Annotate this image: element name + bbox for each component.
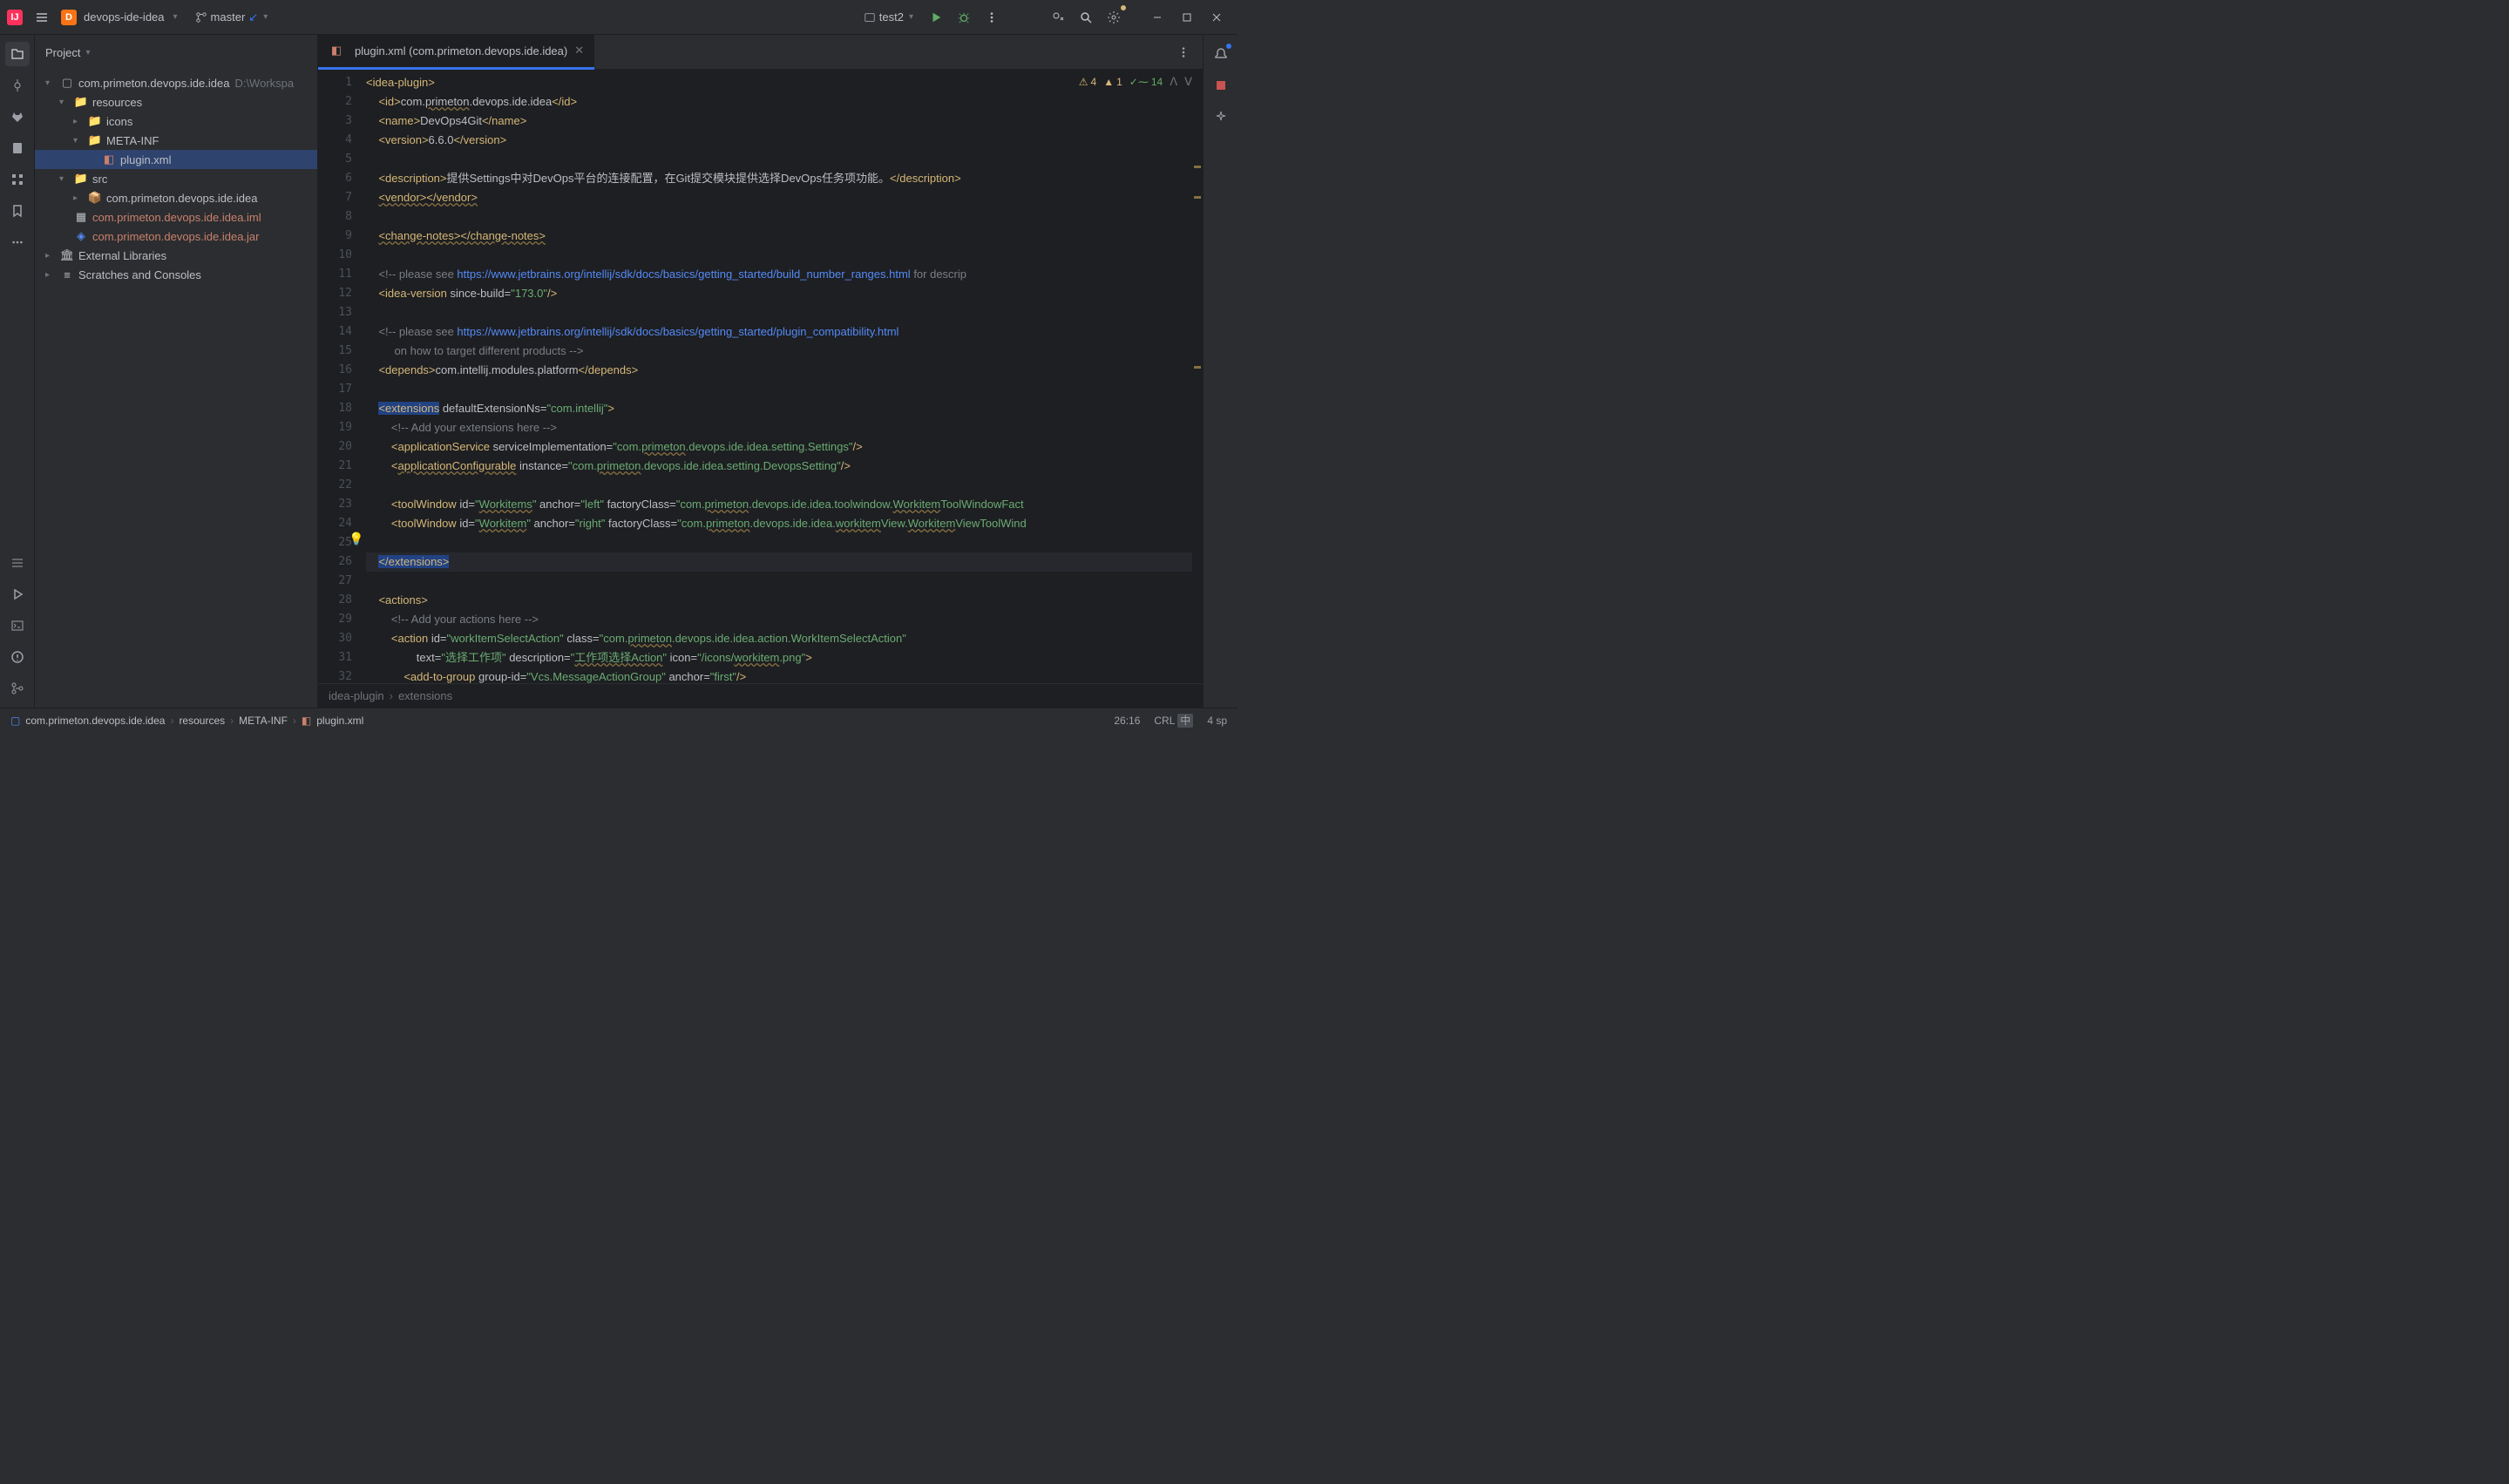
vcs-toolwindow-button[interactable] bbox=[5, 676, 30, 701]
ai-assistant-button[interactable] bbox=[1209, 105, 1233, 129]
settings-button[interactable] bbox=[1102, 5, 1126, 30]
nav-crumb[interactable]: plugin.xml bbox=[316, 715, 363, 727]
debug-button[interactable] bbox=[952, 5, 976, 30]
xml-file-icon: ◧ bbox=[302, 715, 311, 727]
indent-widget[interactable]: 4 sp bbox=[1207, 715, 1227, 727]
editor-tabs: ◧ plugin.xml (com.primeton.devops.ide.id… bbox=[318, 35, 1203, 70]
editor-body[interactable]: ⚠ 4 ▲ 1 ✓⁓ 14 ᐱ ᐯ 💡 12345678910111213141… bbox=[318, 70, 1203, 683]
structure-toolwindow-button[interactable] bbox=[5, 167, 30, 192]
terminal-toolwindow-button[interactable] bbox=[5, 613, 30, 638]
gitlab-toolwindow-button[interactable] bbox=[5, 105, 30, 129]
commit-toolwindow-button[interactable] bbox=[5, 73, 30, 98]
run-configuration[interactable]: test2 ▾ bbox=[857, 7, 920, 27]
tree-item-icons[interactable]: ▸📁icons bbox=[35, 112, 317, 131]
caret-position[interactable]: 26:16 bbox=[1114, 715, 1140, 727]
maximize-button[interactable] bbox=[1173, 5, 1201, 30]
chevron-down-icon: ▾ bbox=[85, 48, 90, 58]
statusbar: ▢ com.primeton.devops.ide.idea› resource… bbox=[0, 708, 1238, 732]
workitem-toolwindow-button[interactable] bbox=[1209, 73, 1233, 98]
more-actions-button[interactable] bbox=[980, 5, 1004, 30]
run-button[interactable] bbox=[924, 5, 948, 30]
typos-count[interactable]: ✓⁓ 14 bbox=[1129, 76, 1163, 88]
tab-actions-button[interactable] bbox=[1171, 40, 1196, 64]
main-menu-button[interactable] bbox=[30, 5, 54, 30]
inspection-nav-up[interactable]: ᐱ bbox=[1170, 75, 1177, 89]
tree-item-src[interactable]: ▾📁src bbox=[35, 169, 317, 188]
minimize-button[interactable] bbox=[1143, 5, 1171, 30]
vcs-branch[interactable]: master ↙ ▾ bbox=[195, 10, 268, 24]
branch-name: master bbox=[211, 10, 246, 24]
editor-area: ◧ plugin.xml (com.primeton.devops.ide.id… bbox=[318, 35, 1203, 708]
inspections-widget[interactable]: ⚠ 4 ▲ 1 ✓⁓ 14 ᐱ ᐯ bbox=[1075, 73, 1196, 91]
tree-label: com.primeton.devops.ide.idea bbox=[78, 77, 229, 90]
warnings-count[interactable]: ⚠ 4 bbox=[1079, 76, 1096, 88]
tree-path: D:\Workspa bbox=[234, 77, 294, 90]
project-tree[interactable]: ▾▢ com.primeton.devops.ide.idea D:\Works… bbox=[35, 70, 317, 708]
nav-crumb[interactable]: com.primeton.devops.ide.idea bbox=[25, 715, 165, 727]
tree-item-plugin-xml[interactable]: ◧plugin.xml bbox=[35, 150, 317, 169]
run-config-name: test2 bbox=[879, 10, 904, 24]
close-button[interactable] bbox=[1203, 5, 1231, 30]
app-icon: IJ bbox=[7, 10, 23, 25]
error-stripe[interactable] bbox=[1192, 70, 1203, 683]
tree-item-scratches[interactable]: ▸≡Scratches and Consoles bbox=[35, 265, 317, 284]
services-toolwindow-button[interactable] bbox=[5, 582, 30, 606]
tree-item-metainf[interactable]: ▾📁META-INF bbox=[35, 131, 317, 150]
project-panel-title: Project bbox=[45, 46, 80, 59]
tree-item-package[interactable]: ▸📦com.primeton.devops.ide.idea bbox=[35, 188, 317, 207]
project-panel-header[interactable]: Project ▾ bbox=[35, 35, 317, 70]
xml-file-icon: ◧ bbox=[329, 44, 344, 58]
project-toolwindow-button[interactable] bbox=[5, 42, 30, 66]
inspection-nav-down[interactable]: ᐯ bbox=[1184, 75, 1192, 89]
project-badge: D bbox=[61, 10, 77, 25]
notifications-button[interactable] bbox=[1209, 42, 1233, 66]
more-toolwindows-button[interactable] bbox=[5, 230, 30, 254]
nav-crumb[interactable]: META-INF bbox=[239, 715, 288, 727]
problems-toolwindow-button[interactable] bbox=[5, 645, 30, 669]
chevron-down-icon[interactable]: ▾ bbox=[173, 12, 178, 22]
tree-item-resources[interactable]: ▾📁resources bbox=[35, 92, 317, 112]
navigation-bar[interactable]: ▢ com.primeton.devops.ide.idea› resource… bbox=[10, 715, 363, 727]
chevron-down-icon: ▾ bbox=[909, 12, 913, 22]
close-tab-button[interactable]: ✕ bbox=[574, 44, 584, 58]
todo-toolwindow-button[interactable] bbox=[5, 551, 30, 575]
tree-item-external-libs[interactable]: ▸🏛External Libraries bbox=[35, 246, 317, 265]
bookmarks-toolwindow-button[interactable] bbox=[5, 199, 30, 223]
titlebar: IJ D devops-ide-idea ▾ master ↙ ▾ test2 … bbox=[0, 0, 1238, 35]
breadcrumb-segment[interactable]: idea-plugin bbox=[329, 689, 384, 702]
incoming-icon: ↙ bbox=[248, 10, 258, 24]
tab-title: plugin.xml (com.primeton.devops.ide.idea… bbox=[355, 44, 567, 58]
branch-icon bbox=[195, 11, 207, 24]
chevron-down-icon: ▾ bbox=[263, 12, 268, 22]
search-button[interactable] bbox=[1074, 5, 1098, 30]
code-with-me-button[interactable] bbox=[1046, 5, 1070, 30]
editor-breadcrumbs[interactable]: idea-plugin › extensions bbox=[318, 683, 1203, 708]
editor-tab[interactable]: ◧ plugin.xml (com.primeton.devops.ide.id… bbox=[318, 35, 594, 70]
gutter[interactable]: 1234567891011121314151617181920212223242… bbox=[318, 70, 366, 683]
tree-root[interactable]: ▾▢ com.primeton.devops.ide.idea D:\Works… bbox=[35, 73, 317, 92]
left-toolbar bbox=[0, 35, 35, 708]
project-panel: Project ▾ ▾▢ com.primeton.devops.ide.ide… bbox=[35, 35, 318, 708]
tree-item-jar[interactable]: ◈com.primeton.devops.ide.idea.jar bbox=[35, 227, 317, 246]
code-content[interactable]: <idea-plugin> <id>com.primeton.devops.id… bbox=[366, 70, 1192, 683]
database-toolwindow-button[interactable] bbox=[5, 136, 30, 160]
module-icon: ▢ bbox=[10, 715, 20, 727]
right-toolbar bbox=[1203, 35, 1238, 708]
tree-item-iml[interactable]: ▦com.primeton.devops.ide.idea.iml bbox=[35, 207, 317, 227]
project-name[interactable]: devops-ide-idea bbox=[84, 10, 165, 24]
weak-warnings-count[interactable]: ▲ 1 bbox=[1103, 76, 1122, 88]
breadcrumb-segment[interactable]: extensions bbox=[398, 689, 452, 702]
line-separator[interactable]: CRL 中 bbox=[1154, 713, 1193, 728]
intention-bulb-icon[interactable]: 💡 bbox=[349, 532, 363, 546]
application-icon bbox=[864, 11, 876, 24]
nav-crumb[interactable]: resources bbox=[179, 715, 225, 727]
